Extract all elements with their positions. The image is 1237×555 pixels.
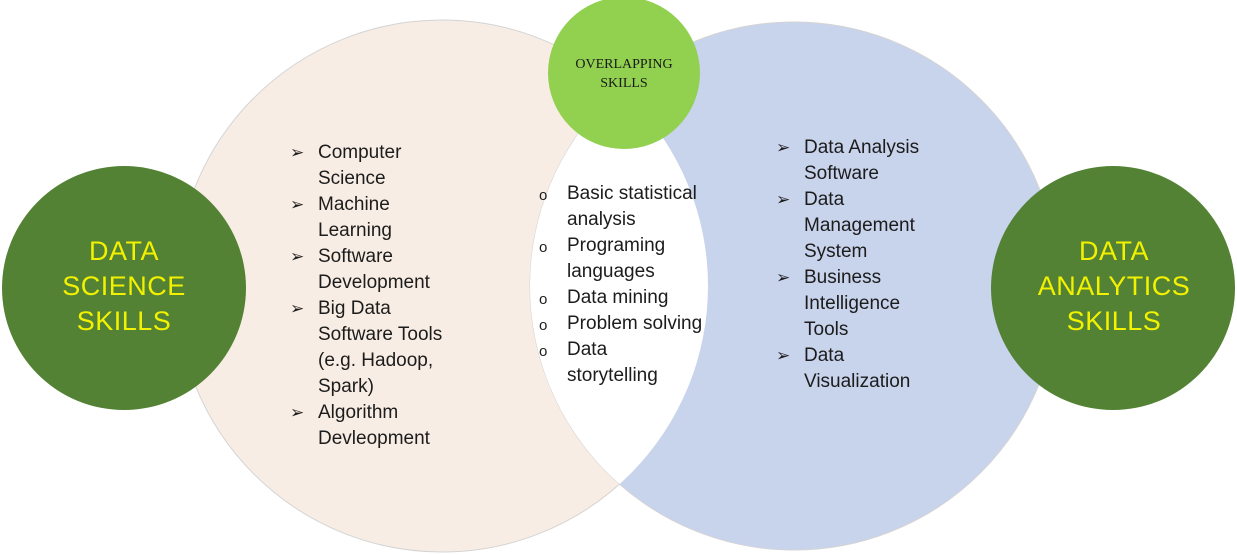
- data-science-skill-list: ➢ Computer Science ➢ Machine Learning ➢ Softwar…: [290, 140, 490, 452]
- data-analytics-skill-item-line: System: [804, 241, 868, 262]
- overlapping-skills-title: OVERLAPPING SKILLS: [551, 55, 697, 93]
- overlapping-skill-item-line: Problem solving: [567, 313, 703, 334]
- overlapping-skill-item-line: analysis: [567, 209, 636, 230]
- title-line: SKILLS: [600, 76, 648, 91]
- data-science-skill-item: ➢ Computer Science: [290, 140, 490, 192]
- data-analytics-skill-item: ➢ Data Analysis Software: [776, 135, 1006, 187]
- bullet-icon: ➢: [290, 195, 305, 214]
- data-science-skill-item-line: Computer: [318, 142, 402, 163]
- overlapping-skill-item-line: Basic statistical: [567, 183, 697, 204]
- overlapping-skill-item: o Programing languages: [537, 233, 737, 285]
- data-science-skill-item: ➢ Big Data Software Tools (e.g. Hadoop, Spar…: [290, 296, 490, 400]
- data-analytics-skill-item-line: Data Analysis: [804, 137, 920, 158]
- data-science-skill-item-line: Algorithm: [318, 402, 399, 423]
- data-science-skill-item-line: Software: [318, 246, 393, 267]
- bullet-icon: ➢: [776, 190, 791, 209]
- bullet-icon: o: [539, 291, 548, 308]
- bullet-icon: ➢: [290, 403, 305, 422]
- data-science-skill-item-line: (e.g. Hadoop,: [318, 350, 434, 371]
- overlapping-skill-item: o Problem solving: [537, 311, 737, 337]
- data-science-skill-item: ➢ Software Development: [290, 244, 490, 296]
- title-line: SKILLS: [76, 306, 172, 336]
- data-science-skill-item: ➢ Machine Learning: [290, 192, 490, 244]
- bullet-icon: o: [539, 317, 548, 334]
- data-science-skill-item-line: Machine: [318, 194, 390, 215]
- overlapping-skill-item-line: Data: [567, 339, 608, 360]
- title-line: SCIENCE: [62, 271, 186, 301]
- title-line: DATA: [1078, 236, 1149, 266]
- data-analytics-skill-item-line: Data: [804, 345, 845, 366]
- bullet-icon: o: [539, 187, 548, 204]
- data-analytics-skill-item: ➢ Data Management System: [776, 187, 1006, 265]
- overlapping-skill-item-line: storytelling: [567, 365, 658, 386]
- title-line: OVERLAPPING: [575, 57, 673, 72]
- data-analytics-skill-item-line: Tools: [804, 319, 849, 340]
- data-analytics-skill-item-line: Management: [804, 215, 915, 236]
- bullet-icon: o: [539, 239, 548, 256]
- bullet-icon: ➢: [776, 346, 791, 365]
- data-analytics-title: DATA ANALYTICS SKILLS: [992, 234, 1236, 339]
- data-science-skill-item-line: Big Data: [318, 298, 391, 319]
- data-science-skill-item: ➢ Algorithm Devleopment: [290, 400, 490, 452]
- overlapping-skill-list: o Basic statistical analysis o Programing lan…: [537, 181, 737, 389]
- title-line: ANALYTICS: [1037, 271, 1191, 301]
- overlapping-skill-item: o Data mining: [537, 285, 737, 311]
- data-science-skill-item-line: Development: [318, 272, 430, 293]
- data-science-skill-item-line: Spark): [318, 376, 374, 397]
- data-analytics-skill-item: ➢ Data Visualization: [776, 343, 1006, 395]
- bullet-icon: ➢: [290, 143, 305, 162]
- data-analytics-skill-item-line: Business: [804, 267, 882, 288]
- data-analytics-skill-item-line: Intelligence: [804, 293, 901, 314]
- data-analytics-skill-item-line: Visualization: [804, 371, 911, 392]
- title-line: SKILLS: [1066, 306, 1162, 336]
- overlapping-skill-item-line: languages: [567, 261, 655, 282]
- data-science-skill-item-line: Software Tools: [318, 324, 443, 345]
- bullet-icon: ➢: [776, 138, 791, 157]
- overlapping-skill-item-line: Programing: [567, 235, 666, 256]
- data-analytics-skill-list: ➢ Data Analysis Software ➢ Data Management Sys…: [776, 135, 1006, 395]
- bullet-icon: o: [539, 343, 548, 360]
- title-line: DATA: [88, 236, 159, 266]
- data-science-skill-item-line: Science: [318, 168, 386, 189]
- data-analytics-skill-item-line: Software: [804, 163, 879, 184]
- bullet-icon: ➢: [290, 247, 305, 266]
- overlapping-skill-item-line: Data mining: [567, 287, 669, 308]
- data-analytics-skill-item: ➢ Business Intelligence Tools: [776, 265, 1006, 343]
- overlapping-skill-item: o Basic statistical analysis: [537, 181, 737, 233]
- bullet-icon: ➢: [290, 299, 305, 318]
- data-analytics-skill-item-line: Data: [804, 189, 845, 210]
- data-science-skill-item-line: Learning: [318, 220, 392, 241]
- data-science-title: DATA SCIENCE SKILLS: [2, 234, 246, 339]
- data-science-skill-item-line: Devleopment: [318, 428, 430, 449]
- bullet-icon: ➢: [776, 268, 791, 287]
- overlapping-skill-item: o Data storytelling: [537, 337, 737, 389]
